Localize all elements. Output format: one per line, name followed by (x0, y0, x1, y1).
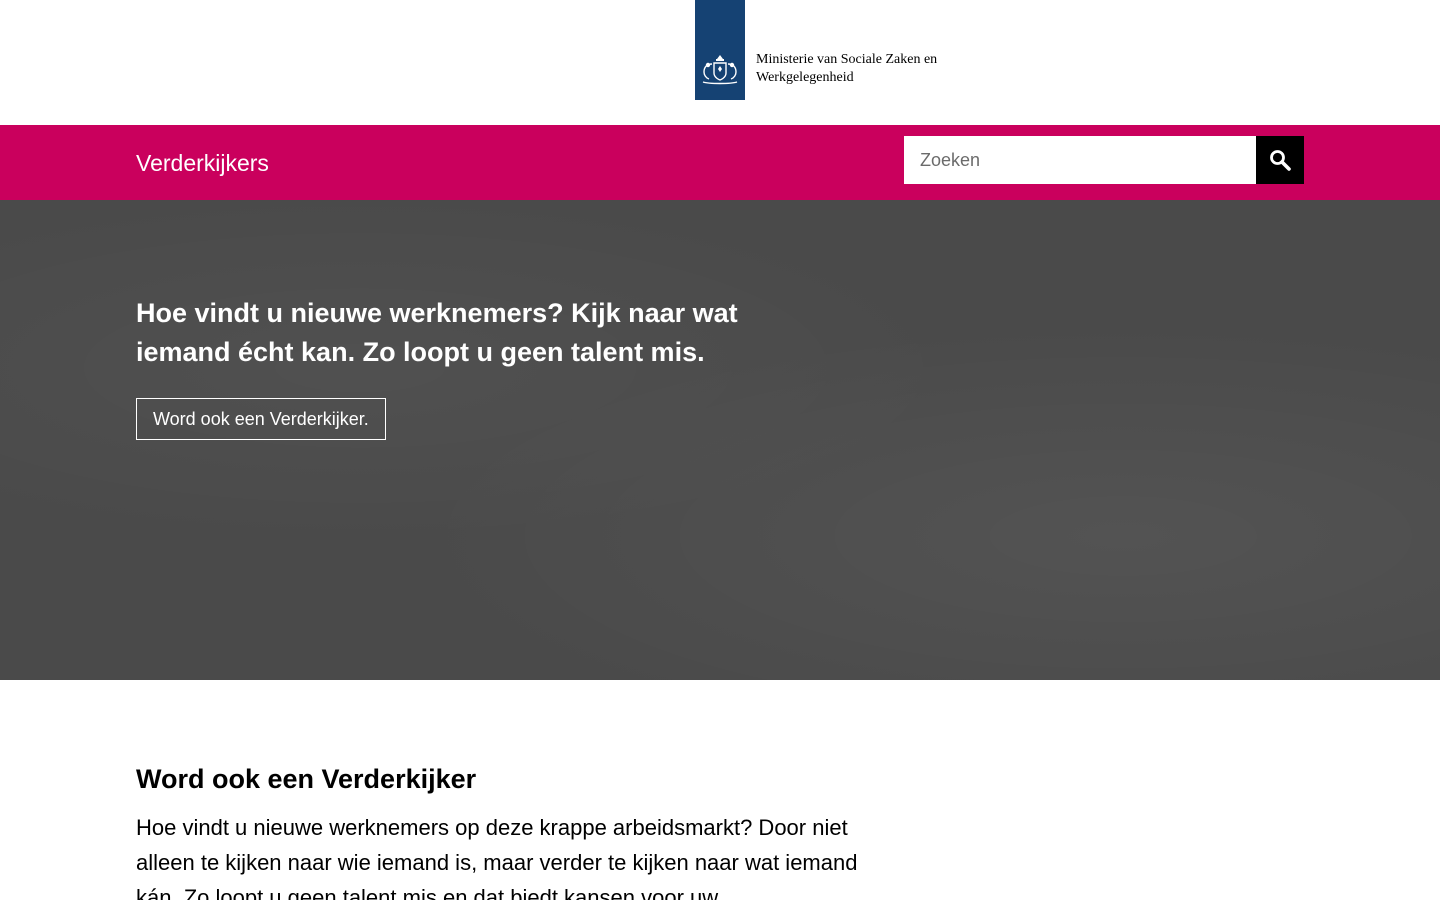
ministry-name: Ministerie van Sociale Zaken en Werkgele… (756, 51, 956, 87)
top-header: Ministerie van Sociale Zaken en Werkgele… (0, 0, 1440, 125)
become-verderkijker-button[interactable]: Word ook een Verderkijker. (136, 398, 386, 440)
search-icon (1270, 150, 1291, 171)
hero-banner: Hoe vindt u nieuwe werknemers? Kijk naar… (0, 200, 1440, 680)
hero-background-image (0, 200, 1440, 680)
ministry-name-line2: Werkgelegenheid (756, 70, 854, 85)
intro-paragraph: Hoe vindt u nieuwe werknemers op deze kr… (136, 815, 858, 900)
search-input[interactable] (904, 136, 1256, 184)
search-form (904, 136, 1304, 184)
hero-title: Hoe vindt u nieuwe werknemers? Kijk naar… (136, 298, 738, 367)
ministry-name-line1: Ministerie van Sociale Zaken en (756, 52, 938, 67)
section-heading: Word ook een Verderkijker (136, 764, 477, 794)
site-nav-bar: Verderkijkers (0, 125, 1440, 200)
ministry-logo[interactable]: Ministerie van Sociale Zaken en Werkgele… (695, 0, 956, 100)
hero-content: Hoe vindt u nieuwe werknemers? Kijk naar… (136, 294, 776, 440)
rijksoverheid-coat-of-arms-icon (702, 55, 738, 85)
logo-emblem-bar (695, 0, 745, 100)
main-content: Word ook een Verderkijker Hoe vindt u ni… (0, 680, 1440, 900)
site-title-link[interactable]: Verderkijkers (136, 149, 269, 177)
search-button[interactable] (1256, 136, 1304, 184)
